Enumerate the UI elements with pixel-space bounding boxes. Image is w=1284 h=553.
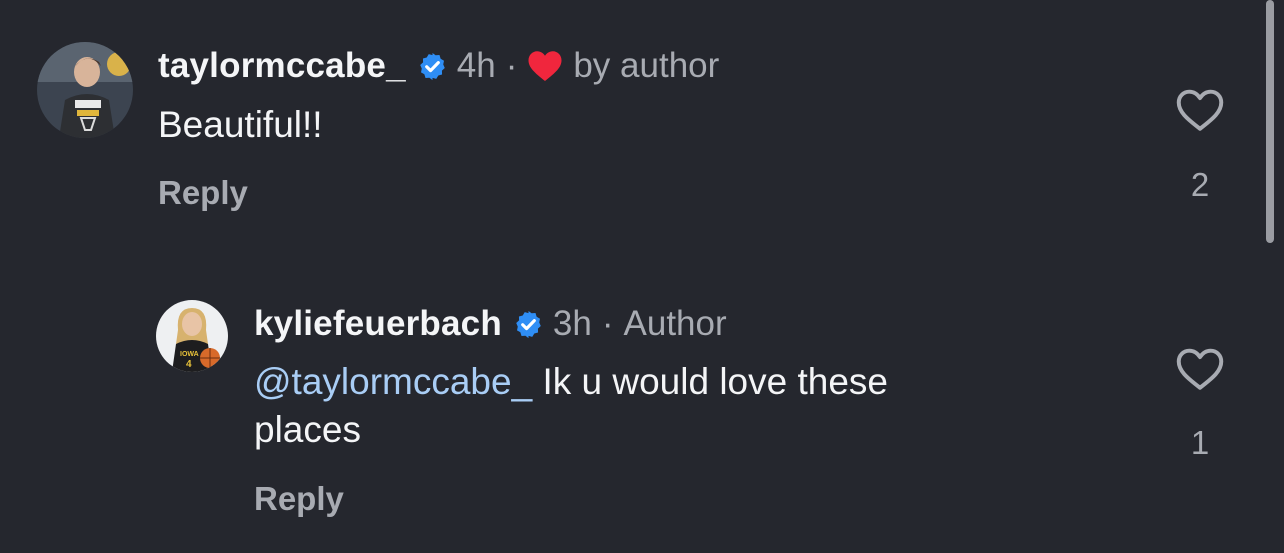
comment-text: @taylormccabe_ Ik u would love these pla…	[254, 358, 888, 454]
avatar-image	[37, 42, 133, 138]
heart-outline-icon[interactable]	[1175, 87, 1225, 133]
scrollbar[interactable]	[1266, 0, 1274, 243]
avatar-kyliefeuerbach[interactable]: IOWA 4	[156, 300, 228, 372]
reply-button[interactable]: Reply	[254, 480, 344, 518]
comment-taylormccabe: taylormccabe_ 4h · by author Beautiful!!…	[0, 0, 1284, 240]
author-label: Author	[623, 304, 727, 343]
verified-badge-icon	[417, 51, 448, 82]
heart-filled-icon	[527, 49, 563, 83]
avatar-taylormccabe[interactable]	[37, 42, 133, 138]
like-count: 1	[1190, 424, 1210, 461]
comment-kyliefeuerbach: IOWA 4 kyliefeuerbach 3h · Author @taylo…	[0, 290, 1284, 553]
svg-text:IOWA: IOWA	[180, 351, 199, 358]
comment-meta: taylormccabe_ 4h · by author	[158, 46, 719, 86]
separator-dot: ·	[505, 46, 518, 85]
comment-meta: kyliefeuerbach 3h · Author	[254, 304, 727, 344]
reply-button[interactable]: Reply	[158, 174, 248, 212]
timestamp: 4h	[456, 46, 496, 85]
separator-dot: ·	[601, 304, 614, 343]
timestamp: 3h	[552, 304, 592, 343]
avatar-image: IOWA 4	[156, 300, 228, 372]
heart-outline-icon[interactable]	[1175, 346, 1225, 392]
like-count: 2	[1190, 166, 1210, 203]
username[interactable]: taylormccabe_	[158, 46, 406, 86]
liked-by-author-label: by author	[573, 46, 720, 85]
mention-link[interactable]: @taylormccabe_	[254, 361, 532, 402]
svg-text:4: 4	[186, 359, 192, 370]
comment-text-line1: Ik u would love these	[532, 361, 888, 402]
comment-text-line2: places	[254, 409, 361, 450]
verified-badge-icon	[513, 309, 544, 340]
comment-text: Beautiful!!	[158, 104, 323, 145]
username[interactable]: kyliefeuerbach	[254, 304, 502, 344]
comment-thread: taylormccabe_ 4h · by author Beautiful!!…	[0, 0, 1284, 553]
